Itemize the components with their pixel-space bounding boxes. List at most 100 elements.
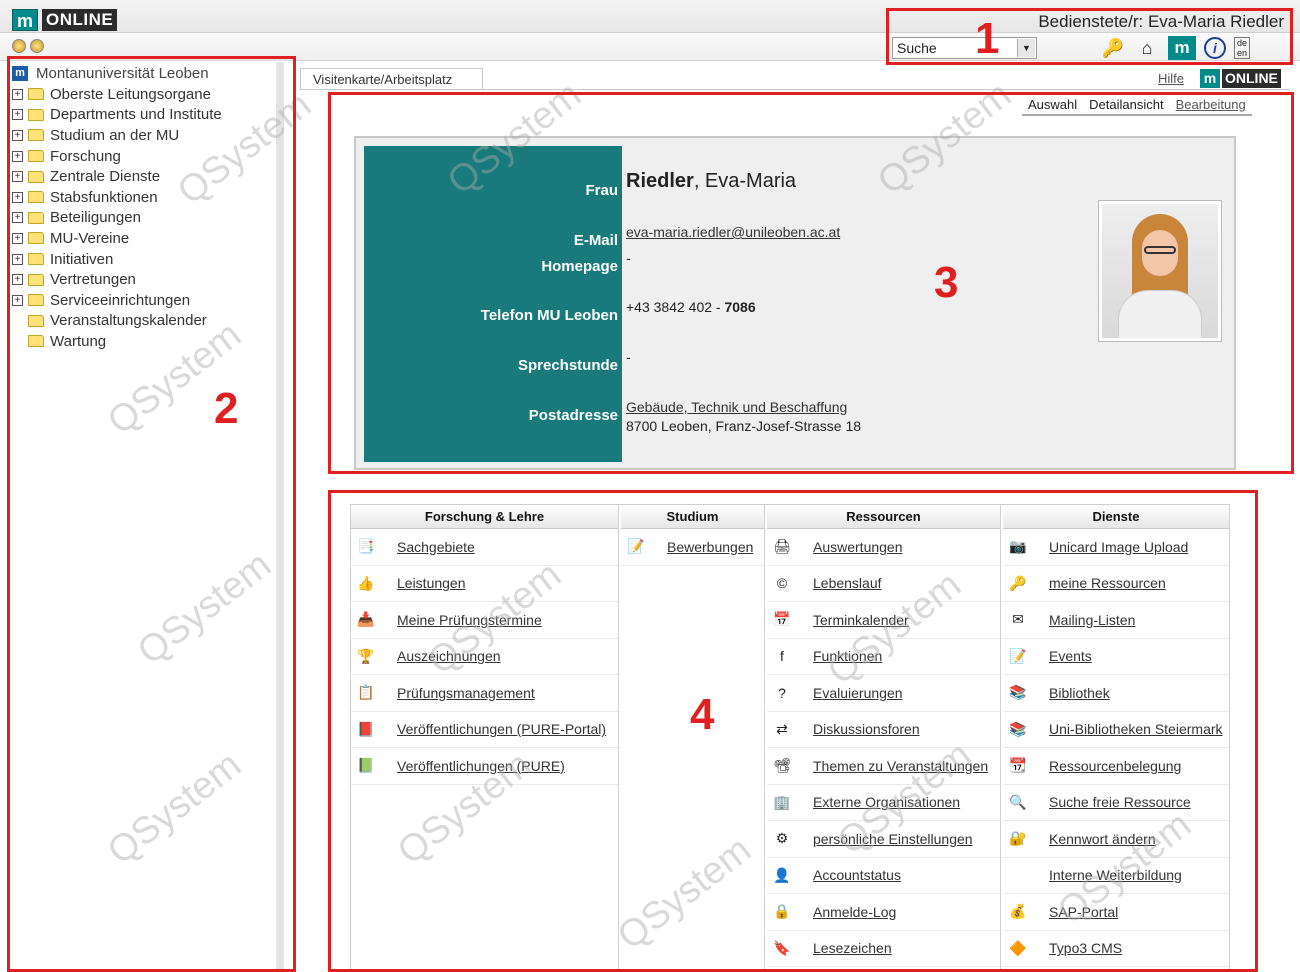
service-link[interactable]: Evaluierungen <box>813 685 903 701</box>
service-link[interactable]: Terminkalender <box>813 612 909 628</box>
service-row: 📚 Bibliothek <box>1003 675 1229 712</box>
service-link[interactable]: persönliche Einstellungen <box>813 831 973 847</box>
expand-icon[interactable]: + <box>12 294 23 306</box>
service-link[interactable]: Diskussionsforen <box>813 721 920 737</box>
service-link[interactable]: Auszeichnungen <box>397 648 501 664</box>
service-link[interactable]: meine Ressourcen <box>1049 575 1166 591</box>
column-header-dienste: Dienste <box>1003 505 1229 529</box>
photo-portrait <box>1102 204 1218 338</box>
service-link[interactable]: Events <box>1049 648 1092 664</box>
tab-bearbeitung[interactable]: Bearbeitung <box>1170 95 1252 114</box>
service-icon: 📚 <box>1009 684 1027 701</box>
expand-icon[interactable]: + <box>12 88 23 100</box>
service-row: 🔒 Anmelde-Log <box>767 894 1000 931</box>
service-link[interactable]: Meine Prüfungstermine <box>397 612 542 628</box>
service-icon: 📅 <box>773 611 791 628</box>
photo-glasses <box>1144 246 1176 254</box>
service-link[interactable]: Uni-Bibliotheken Steiermark <box>1049 721 1223 737</box>
expand-icon[interactable]: + <box>12 232 23 244</box>
service-icon: f <box>780 648 784 665</box>
service-link[interactable]: Typo3 CMS <box>1049 940 1122 956</box>
folder-icon <box>28 211 44 224</box>
service-link[interactable]: Auswertungen <box>813 539 903 555</box>
tree-item[interactable]: Veranstaltungskalender <box>10 311 276 332</box>
service-link[interactable]: Themen zu Veranstaltungen <box>813 758 988 774</box>
service-row: ⚙ persönliche Einstellungen <box>767 821 1000 858</box>
service-link[interactable]: Kennwort ändern <box>1049 831 1156 847</box>
tugonline-logo[interactable]: m ONLINE <box>12 9 118 31</box>
tree-item[interactable]: + Serviceeinrichtungen <box>10 290 276 311</box>
tree-item[interactable]: + MU-Vereine <box>10 228 276 249</box>
service-link[interactable]: Lesezeichen <box>813 940 892 956</box>
service-link[interactable]: Veröffentlichungen (PURE) <box>397 758 565 774</box>
service-link[interactable]: SAP-Portal <box>1049 904 1118 920</box>
info-icon[interactable]: i <box>1204 37 1226 59</box>
service-link[interactable]: Ressourcenbelegung <box>1049 758 1181 774</box>
tab-visitenkarte[interactable]: Visitenkarte/Arbeitsplatz <box>300 68 483 90</box>
service-link[interactable]: Prüfungsmanagement <box>397 685 535 701</box>
tree-item[interactable]: + Beteiligungen <box>10 208 276 229</box>
service-link[interactable]: Suche freie Ressource <box>1049 794 1191 810</box>
service-row: 📝 Events <box>1003 639 1229 675</box>
tree-item[interactable]: + Forschung <box>10 146 276 167</box>
help-link[interactable]: Hilfe <box>1158 71 1184 86</box>
email-link[interactable]: eva-maria.riedler@unileoben.ac.at <box>626 224 840 240</box>
tree-item[interactable]: + Oberste Leitungsorgane <box>10 84 276 105</box>
tab-detailansicht[interactable]: Detailansicht <box>1083 95 1169 114</box>
tree-item-label: Initiativen <box>50 250 114 268</box>
chevron-down-icon[interactable]: ▼ <box>1017 39 1035 57</box>
service-icon: ⇄ <box>776 720 788 737</box>
tree-item[interactable]: Wartung <box>10 331 276 352</box>
service-icon: ? <box>778 684 786 701</box>
org-tree: + Oberste Leitungsorgane + Departments und … <box>10 84 276 352</box>
expand-icon[interactable]: + <box>12 274 23 286</box>
service-link[interactable]: Anmelde-Log <box>813 904 896 920</box>
service-link[interactable]: Interne Weiterbildung <box>1049 867 1182 883</box>
service-link[interactable]: Bibliothek <box>1049 685 1110 701</box>
search-select[interactable]: Suche ▼ <box>892 37 1037 59</box>
photo-body <box>1118 290 1202 338</box>
expand-icon[interactable]: + <box>12 191 23 203</box>
service-link[interactable]: Unicard Image Upload <box>1049 539 1188 555</box>
service-link[interactable]: Funktionen <box>813 648 882 664</box>
expand-icon[interactable]: + <box>12 109 23 121</box>
tab-auswahl[interactable]: Auswahl <box>1022 95 1083 114</box>
home-icon[interactable]: ⌂ <box>1134 36 1160 60</box>
phone-value: +43 3842 402 - 7086 <box>626 299 756 315</box>
service-link[interactable]: Externe Organisationen <box>813 794 960 810</box>
service-link[interactable]: Accountstatus <box>813 867 901 883</box>
service-link[interactable]: Bewerbungen <box>667 539 753 555</box>
tree-item[interactable]: + Initiativen <box>10 249 276 270</box>
service-icon: 🔒 <box>773 903 791 920</box>
address-org-link[interactable]: Gebäude, Technik und Beschaffung <box>626 399 847 415</box>
key-icon[interactable]: 🔑 <box>1100 36 1126 60</box>
tree-item[interactable]: + Departments und Institute <box>10 105 276 126</box>
expand-icon[interactable]: + <box>12 150 23 162</box>
service-link[interactable]: Leistungen <box>397 575 466 591</box>
folder-icon <box>28 191 44 204</box>
expand-icon[interactable]: + <box>12 253 23 265</box>
tree-item[interactable]: + Stabsfunktionen <box>10 187 276 208</box>
service-row: 🔐 Kennwort ändern <box>1003 821 1229 858</box>
sidebar-root[interactable]: m Montanuniversität Leoben <box>10 62 276 84</box>
service-link[interactable]: Veröffentlichungen (PURE-Portal) <box>397 721 606 737</box>
tree-item[interactable]: + Studium an der MU <box>10 125 276 146</box>
expand-icon[interactable]: + <box>12 171 23 183</box>
homepage-value: - <box>626 250 631 266</box>
tree-item[interactable]: + Vertretungen <box>10 269 276 290</box>
expand-icon[interactable]: + <box>12 212 23 224</box>
tree-item[interactable]: + Zentrale Dienste <box>10 166 276 187</box>
column-dienste: Dienste 📷 Unicard Image Upload 🔑 meine Ress… <box>1003 505 1229 972</box>
language-icon[interactable]: de en <box>1234 37 1250 59</box>
expand-icon[interactable]: + <box>12 129 23 141</box>
service-link[interactable]: Mailing-Listen <box>1049 612 1135 628</box>
service-row: 🏆 Auszeichnungen <box>351 639 618 675</box>
service-row: ? Evaluierungen <box>767 675 1000 712</box>
tugonline-small-logo[interactable]: m ONLINE <box>1200 69 1281 88</box>
reload-icon[interactable] <box>30 39 44 53</box>
back-icon[interactable] <box>12 39 26 53</box>
service-link[interactable]: Sachgebiete <box>397 539 475 555</box>
service-link[interactable]: Lebenslauf <box>813 575 882 591</box>
tugonline-icon[interactable]: m <box>1168 36 1196 60</box>
column-header-ressourcen: Ressourcen <box>767 505 1000 529</box>
